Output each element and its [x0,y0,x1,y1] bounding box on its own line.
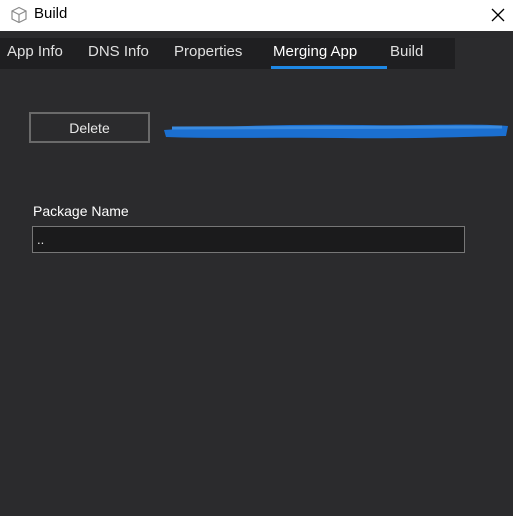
active-tab-indicator [271,66,387,69]
delete-button[interactable]: Delete [29,112,150,143]
tab-merging-app[interactable]: Merging App [273,43,357,60]
tab-dns-info[interactable]: DNS Info [88,43,149,60]
title-bar: Build [0,0,513,31]
tab-build[interactable]: Build [390,43,423,60]
tab-properties[interactable]: Properties [174,43,242,60]
tab-app-info[interactable]: App Info [7,43,63,60]
tab-strip: App Info DNS Info Properties Merging App… [0,38,455,69]
package-name-label: Package Name [33,203,129,219]
close-icon [491,8,505,22]
cube-icon [11,6,27,24]
close-button[interactable] [483,0,513,30]
window-title: Build [34,5,68,22]
package-name-input[interactable] [32,226,465,253]
build-window: Build App Info DNS Info Properties Mergi… [0,0,513,516]
redaction-mark [164,124,508,139]
